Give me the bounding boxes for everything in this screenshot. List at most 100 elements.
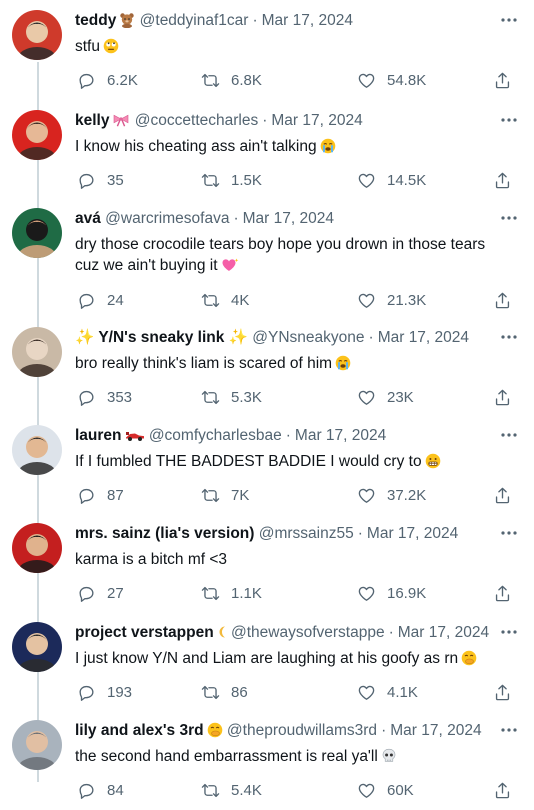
- display-name[interactable]: mrs. sainz (lia's version): [75, 525, 254, 542]
- tweet[interactable]: project verstappen @thewaysofverstappe · M…: [0, 612, 534, 710]
- reply-button[interactable]: 87: [77, 484, 124, 506]
- timestamp[interactable]: Mar 17, 2024: [378, 329, 469, 346]
- like-count: 14.5K: [387, 171, 427, 189]
- retweet-button[interactable]: 4K: [201, 289, 249, 311]
- display-name[interactable]: lily and alex's 3rd: [75, 722, 204, 739]
- share-button[interactable]: [493, 582, 512, 604]
- reply-count: 6.2K: [107, 71, 138, 89]
- reply-button[interactable]: 35: [77, 169, 124, 191]
- tweet[interactable]: lauren @comfycharlesbae · Mar 17, 2024 If I…: [0, 415, 534, 513]
- more-icon[interactable]: [500, 625, 518, 639]
- tweet[interactable]: lily and alex's 3rd @theproudwillams3rd ·…: [0, 710, 534, 810]
- tweet-text-content: I just know Y/N and Liam are laughing at…: [75, 650, 459, 667]
- more-icon[interactable]: [500, 330, 518, 344]
- like-button[interactable]: 21.3K: [357, 289, 426, 311]
- share-button[interactable]: [493, 681, 512, 703]
- more-icon[interactable]: [500, 526, 518, 540]
- share-button[interactable]: [493, 779, 512, 801]
- timestamp[interactable]: Mar 17, 2024: [390, 722, 481, 739]
- avatar[interactable]: [12, 208, 62, 258]
- retweet-button[interactable]: 7K: [201, 484, 249, 506]
- tweet[interactable]: ✨ Y/N's sneaky link ✨ @YNsneakyone · Mar 1…: [0, 317, 534, 415]
- tweet-header: lauren @comfycharlesbae · Mar 17, 2024: [75, 426, 494, 449]
- separator-dot: ·: [262, 112, 268, 129]
- avatar[interactable]: [12, 720, 62, 770]
- share-button[interactable]: [493, 289, 512, 311]
- display-name[interactable]: teddy: [75, 12, 116, 29]
- timestamp[interactable]: Mar 17, 2024: [243, 210, 334, 227]
- more-icon[interactable]: [500, 13, 518, 27]
- tweet[interactable]: kelly @coccettecharles · Mar 17, 2024 I kno…: [0, 100, 534, 198]
- reply-button[interactable]: 84: [77, 779, 124, 801]
- display-name[interactable]: avá: [75, 210, 101, 227]
- handle[interactable]: @theproudwillams3rd: [223, 722, 377, 739]
- timestamp[interactable]: Mar 17, 2024: [271, 112, 362, 129]
- like-button[interactable]: 14.5K: [357, 169, 426, 191]
- retweet-button[interactable]: 1.1K: [201, 582, 262, 604]
- more-icon[interactable]: [500, 723, 518, 737]
- retweet-button[interactable]: 6.8K: [201, 69, 262, 91]
- reply-button[interactable]: 24: [77, 289, 124, 311]
- share-button[interactable]: [493, 69, 512, 91]
- avatar[interactable]: [12, 110, 62, 160]
- tweet-text-content: karma is a bitch mf <3: [75, 551, 228, 568]
- tweet[interactable]: mrs. sainz (lia's version) @mrssainz55 · M…: [0, 513, 534, 612]
- reply-count: 87: [107, 486, 124, 504]
- tweet-actions: 87 7K 37.2K: [75, 484, 522, 506]
- more-icon[interactable]: [500, 428, 518, 442]
- like-button[interactable]: 37.2K: [357, 484, 426, 506]
- share-button[interactable]: [493, 169, 512, 191]
- handle[interactable]: @thewaysofverstappe: [227, 624, 385, 641]
- like-button[interactable]: 54.8K: [357, 69, 426, 91]
- tweet-text: If I fumbled THE BADDEST BADDIE I would …: [75, 451, 512, 475]
- timestamp[interactable]: Mar 17, 2024: [367, 525, 458, 542]
- avatar[interactable]: [12, 523, 62, 573]
- timestamp[interactable]: Mar 17, 2024: [295, 427, 386, 444]
- like-count: 23K: [387, 388, 414, 406]
- handle[interactable]: @comfycharlesbae: [145, 427, 282, 444]
- loudly-crying-emoji: [320, 138, 336, 160]
- like-button[interactable]: 16.9K: [357, 582, 426, 604]
- handle[interactable]: @mrssainz55: [254, 525, 354, 542]
- tweet[interactable]: teddy @teddyinaf1car · Mar 17, 2024 stfu 6.2…: [0, 0, 534, 100]
- share-button[interactable]: [493, 484, 512, 506]
- timestamp[interactable]: Mar 17, 2024: [398, 624, 489, 641]
- like-button[interactable]: 60K: [357, 779, 414, 801]
- retweet-button[interactable]: 5.3K: [201, 386, 262, 408]
- reply-button[interactable]: 193: [77, 681, 132, 703]
- avatar[interactable]: [12, 425, 62, 475]
- handle[interactable]: @coccettecharles: [130, 112, 258, 129]
- avatar[interactable]: [12, 10, 62, 60]
- name-suffix-sparkles: ✨: [224, 329, 248, 346]
- retweet-count: 7K: [231, 486, 250, 504]
- avatar[interactable]: [12, 327, 62, 377]
- more-icon[interactable]: [500, 113, 518, 127]
- retweet-button[interactable]: 86: [201, 681, 248, 703]
- reply-button[interactable]: 6.2K: [77, 69, 138, 91]
- avatar[interactable]: [12, 622, 62, 672]
- handle[interactable]: @warcrimesofava: [101, 210, 229, 227]
- timestamp[interactable]: Mar 17, 2024: [262, 12, 353, 29]
- tweet-text: karma is a bitch mf <3: [75, 549, 512, 570]
- tweet-text-content: the second hand embarrassment is real ya…: [75, 748, 378, 765]
- handle[interactable]: @YNsneakyone: [248, 329, 364, 346]
- reply-button[interactable]: 353: [77, 386, 132, 408]
- tweet[interactable]: avá @warcrimesofava · Mar 17, 2024 dry thos…: [0, 198, 534, 317]
- display-name[interactable]: lauren: [75, 427, 122, 444]
- like-button[interactable]: 23K: [357, 386, 414, 408]
- display-name[interactable]: Y/N's sneaky link: [98, 329, 224, 346]
- display-name[interactable]: project verstappen: [75, 624, 214, 641]
- retweet-button[interactable]: 5.4K: [201, 779, 262, 801]
- display-name[interactable]: kelly: [75, 112, 109, 129]
- reply-thread: teddy @teddyinaf1car · Mar 17, 2024 stfu 6.2…: [0, 0, 534, 810]
- more-icon[interactable]: [500, 211, 518, 225]
- tweet-text: dry those crocodile tears boy hope you d…: [75, 234, 512, 279]
- reply-button[interactable]: 27: [77, 582, 124, 604]
- like-icon: [357, 388, 387, 407]
- retweet-button[interactable]: 1.5K: [201, 169, 262, 191]
- skull-emoji: [381, 748, 397, 770]
- like-button[interactable]: 4.1K: [357, 681, 418, 703]
- reply-count: 84: [107, 781, 124, 799]
- share-button[interactable]: [493, 386, 512, 408]
- handle[interactable]: @teddyinaf1car: [135, 12, 249, 29]
